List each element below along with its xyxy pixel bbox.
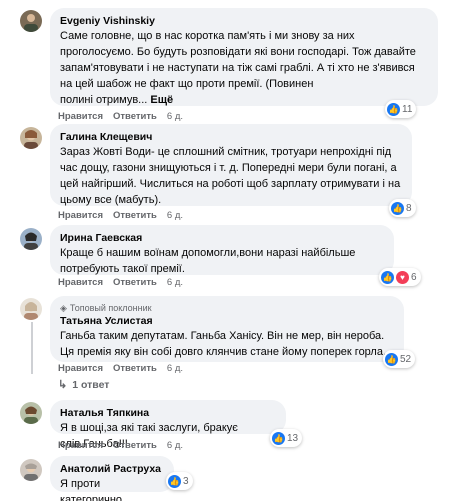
badge-icon: ◈	[60, 303, 67, 313]
reaction-count: 8	[406, 202, 412, 214]
avatar[interactable]	[20, 402, 42, 424]
comment-text: Зараз Жовті Води- це сплошний смітник, т…	[60, 146, 401, 206]
comment-author[interactable]: Анатолий Раструха	[60, 462, 164, 476]
reply-button[interactable]: Ответить	[113, 440, 157, 451]
like-reaction-icon: 👍	[272, 431, 285, 445]
reaction-summary[interactable]: 👍 13	[270, 429, 303, 447]
thread-line	[31, 322, 33, 374]
avatar[interactable]	[20, 127, 42, 149]
comment-text: Краще б нашим воїнам допомогли,вони нара…	[60, 247, 356, 275]
reaction-summary[interactable]: 👍 52	[383, 350, 416, 368]
comment-bubble: Evgeniy Vishinskiy Саме головне, що в на…	[50, 8, 438, 106]
see-more-link[interactable]: Ещё	[150, 94, 173, 106]
love-reaction-icon: ♥	[396, 270, 409, 284]
like-reaction-icon: 👍	[168, 474, 181, 488]
reply-button[interactable]: Ответить	[113, 363, 157, 374]
avatar[interactable]	[20, 228, 42, 250]
reaction-summary[interactable]: 👍 3	[166, 472, 193, 490]
comment-bubble: Ирина Гаевская Краще б нашим воїнам допо…	[50, 225, 394, 275]
comment-time[interactable]: 6 д.	[167, 277, 183, 288]
comment-author[interactable]: Evgeniy Vishinskiy	[60, 14, 428, 28]
reaction-summary[interactable]: 👍 8	[389, 199, 416, 217]
comment-author[interactable]: Наталья Тяпкина	[60, 406, 276, 420]
reaction-summary[interactable]: 👍 ♥ 6	[379, 268, 421, 286]
comment-text: Я проти категорично	[60, 478, 123, 501]
like-button[interactable]: Нравится	[58, 363, 103, 374]
reaction-count: 6	[411, 271, 417, 283]
top-fan-badge: ◈ Топовый поклонник	[60, 302, 394, 314]
like-button[interactable]: Нравится	[58, 440, 103, 451]
like-button[interactable]: Нравится	[58, 277, 103, 288]
comment-author[interactable]: Галина Клещевич	[60, 130, 402, 144]
reaction-count: 11	[402, 103, 413, 115]
badge-label: Топовый поклонник	[69, 303, 152, 313]
comment-text-tail: полині отримув... Ещё	[60, 94, 174, 106]
like-button[interactable]: Нравится	[58, 210, 103, 221]
comment-time[interactable]: 6 д.	[167, 210, 183, 221]
comment-text: Ганьба таким депутатам. Ганьба Ханісу. В…	[60, 330, 387, 358]
view-replies-link[interactable]: ↳ 1 ответ	[58, 378, 109, 392]
reaction-count: 13	[287, 432, 299, 444]
comment-text: Саме головне, що в нас коротка пам'ять і…	[60, 30, 416, 90]
like-reaction-icon: 👍	[387, 102, 400, 116]
avatar[interactable]	[20, 459, 42, 481]
reply-button[interactable]: Ответить	[113, 277, 157, 288]
reply-arrow-icon: ↳	[58, 379, 68, 391]
like-button[interactable]: Нравится	[58, 111, 103, 122]
reaction-summary[interactable]: 👍 11	[385, 100, 417, 118]
comment-author[interactable]: Татьяна Услистая	[60, 314, 394, 328]
like-reaction-icon: 👍	[381, 270, 394, 284]
comment-bubble: Наталья Тяпкина Я в шоці,за які такі зас…	[50, 400, 286, 450]
comment-time[interactable]: 6 д.	[167, 363, 183, 374]
comment-time[interactable]: 6 д.	[167, 440, 183, 451]
comment-bubble: Галина Клещевич Зараз Жовті Води- це спл…	[50, 124, 412, 206]
avatar[interactable]	[20, 298, 42, 320]
reply-button[interactable]: Ответить	[113, 210, 157, 221]
comment-bubble: ◈ Топовый поклонник Татьяна Услистая Ган…	[50, 296, 404, 362]
like-reaction-icon: 👍	[391, 201, 404, 215]
reaction-count: 3	[183, 475, 189, 487]
comment-bubble: Анатолий Раструха Я проти категорично	[50, 456, 174, 501]
comment-time[interactable]: 6 д.	[167, 111, 183, 122]
replies-count[interactable]: 1 ответ	[72, 379, 109, 391]
avatar[interactable]	[20, 10, 42, 32]
reply-button[interactable]: Ответить	[113, 111, 157, 122]
reaction-count: 52	[400, 353, 412, 365]
comment-author[interactable]: Ирина Гаевская	[60, 231, 384, 245]
like-reaction-icon: 👍	[385, 352, 398, 366]
